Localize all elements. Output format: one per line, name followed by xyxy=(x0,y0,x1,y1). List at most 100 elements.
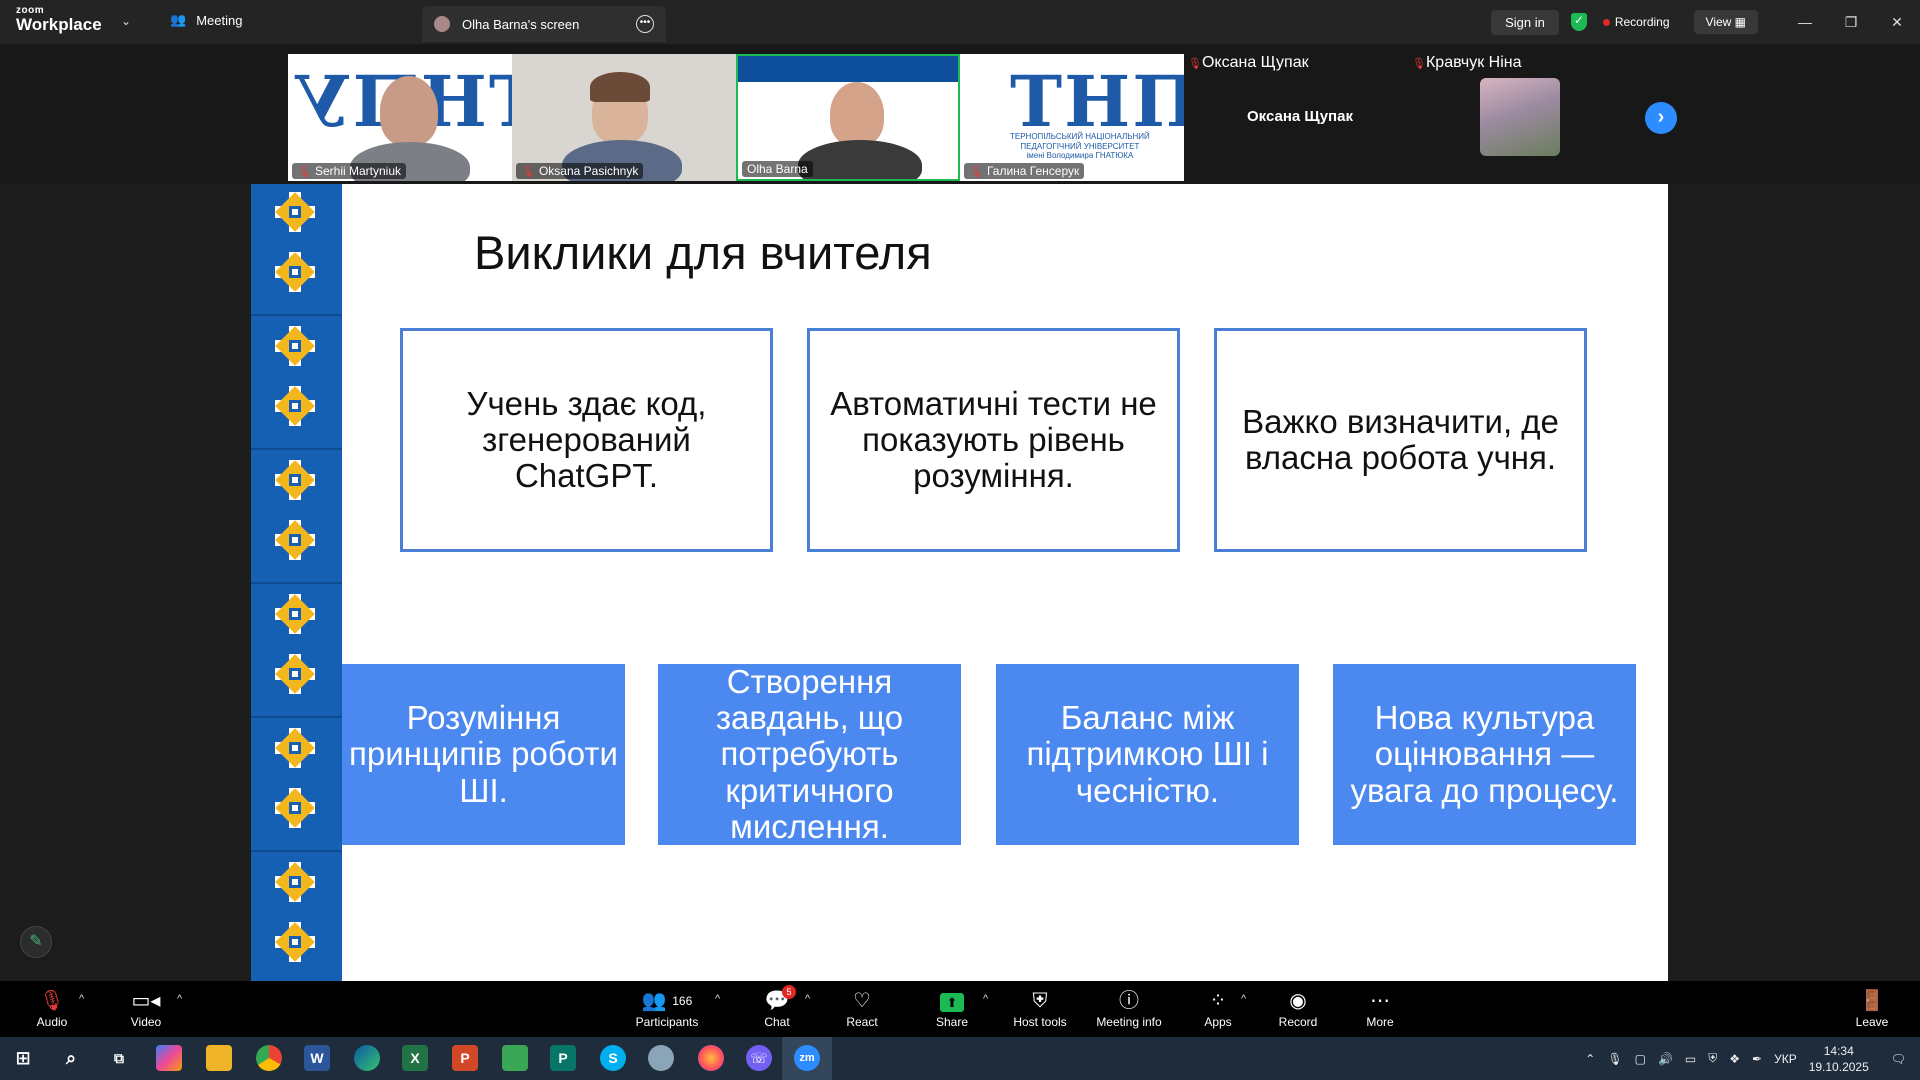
restore-icon[interactable]: ❐ xyxy=(1828,14,1874,31)
view-button[interactable]: View ▦ xyxy=(1693,10,1758,34)
security-shield-icon[interactable] xyxy=(1570,13,1587,31)
chevron-up-icon[interactable]: ^ xyxy=(79,993,84,1005)
record-dot-icon xyxy=(1602,18,1610,26)
mic-muted-icon: 🎙 xyxy=(969,165,983,178)
chat-button[interactable]: 💬 5 Chat xyxy=(760,985,796,1029)
participants-button[interactable]: 👥 166 Participants xyxy=(632,989,702,1029)
share-button[interactable]: ⬆ Share xyxy=(932,989,972,1029)
chevron-down-icon[interactable]: ⌄ xyxy=(121,14,131,28)
publisher-icon[interactable]: P xyxy=(550,1045,576,1071)
system-tray: ⌃ 🎙 ▢ 🔊 ▭ ⛨ ❖ ✒ УКР 14:34 19.10.2025 🗨 xyxy=(1585,1037,1920,1080)
meeting-info-button[interactable]: ⓘ Meeting info xyxy=(1093,989,1165,1029)
video-tile[interactable]: 🎙Кравчук Ніна xyxy=(1412,54,1636,181)
participant-body xyxy=(798,140,922,179)
mic-muted-icon: 🎙 xyxy=(1412,58,1426,70)
shared-screen-area: Виклики для вчителя Учень здає код, зген… xyxy=(0,184,1920,986)
video-tile[interactable]: 🎙 Oksana Pasichnyk xyxy=(512,54,736,181)
shared-screen-tab[interactable]: Olha Barna's screen ••• xyxy=(422,6,666,42)
ornament-motif-icon xyxy=(275,520,315,560)
video-button[interactable]: ▭◂ Video xyxy=(128,989,164,1029)
sign-in-button[interactable]: Sign in xyxy=(1491,9,1559,35)
participant-video xyxy=(380,76,438,146)
participant-name-tag: 🎙 Oksana Pasichnyk xyxy=(516,163,644,179)
meeting-menu-button[interactable]: 👥 Meeting xyxy=(170,12,242,28)
apps-icon: ⁘ xyxy=(1209,990,1227,1012)
ornament-motif-icon xyxy=(275,654,315,694)
volume-icon[interactable]: 🔊 xyxy=(1658,1052,1673,1066)
paint-icon[interactable] xyxy=(648,1045,674,1071)
leave-icon: 🚪 xyxy=(1859,990,1885,1012)
more-icon: ⋯ xyxy=(1370,990,1390,1012)
video-tile[interactable]: ТНПУ 🎙Serhii Martyniuk xyxy=(288,54,512,181)
chrome-icon[interactable] xyxy=(256,1045,282,1071)
network-icon[interactable]: ▭ xyxy=(1685,1052,1696,1066)
chevron-up-icon[interactable]: ^ xyxy=(1241,993,1246,1005)
video-tile[interactable]: Оксана Щупак 🎙Оксана Щупак xyxy=(1188,54,1412,181)
minimize-icon[interactable]: — xyxy=(1782,14,1828,31)
participant-name-tag: 🎙 Serhii Martyniuk xyxy=(292,163,406,179)
file-explorer-icon[interactable] xyxy=(206,1045,232,1071)
powerpoint-icon[interactable]: P xyxy=(452,1045,478,1071)
excel-icon[interactable]: X xyxy=(402,1045,428,1071)
host-tools-button[interactable]: ⛨ Host tools xyxy=(1010,989,1070,1029)
word-icon[interactable]: W xyxy=(304,1045,330,1071)
chevron-up-icon[interactable]: ^ xyxy=(177,993,182,1005)
chevron-up-icon[interactable]: ^ xyxy=(805,993,810,1005)
solution-card: Баланс між підтримкою ШІ і чесністю. xyxy=(996,664,1299,845)
skype-icon[interactable]: S xyxy=(600,1045,626,1071)
chevron-up-icon[interactable]: ^ xyxy=(983,993,988,1005)
close-icon[interactable]: ✕ xyxy=(1874,14,1920,31)
participants-icon: 👥 xyxy=(641,990,667,1012)
more-options-icon[interactable]: ••• xyxy=(636,15,654,33)
windows-start-icon[interactable]: ⊞ xyxy=(10,1045,36,1071)
leave-button[interactable]: 🚪 Leave xyxy=(1854,989,1890,1029)
viber-icon[interactable]: ☏ xyxy=(746,1045,772,1071)
security-icon[interactable]: ⛨ xyxy=(1708,1051,1717,1066)
task-view-icon[interactable]: ⧉ xyxy=(106,1045,132,1071)
apps-button[interactable]: ⁘ Apps xyxy=(1200,989,1236,1029)
audio-button[interactable]: 🎙 Audio xyxy=(34,989,70,1029)
mic-muted-icon: 🎙 xyxy=(297,165,311,178)
windows-taskbar: ⊞ ⌕ ⧉ W X P P S ☏ zm ⌃ 🎙 ▢ 🔊 ▭ ⛨ ❖ ✒ УКР… xyxy=(0,1037,1920,1080)
chat-badge: 5 xyxy=(782,985,796,999)
ornament-cell xyxy=(251,452,342,584)
avatar xyxy=(434,16,450,32)
people-icon: 👥 xyxy=(170,12,187,27)
camera-icon[interactable]: ▢ xyxy=(1635,1052,1646,1066)
video-tile[interactable]: ТНПУ ТЕРНОПІЛЬСЬКИЙ НАЦІОНАЛЬНИЙ ПЕДАГОГ… xyxy=(960,54,1184,181)
copilot-icon[interactable] xyxy=(156,1045,182,1071)
next-page-icon[interactable]: › xyxy=(1645,102,1677,134)
ornament-motif-icon xyxy=(275,192,315,232)
chevron-up-icon[interactable]: ^ xyxy=(715,993,720,1005)
meeting-controls: 🎙 Audio ^ ▭◂ Video ^ 👥 166 Participants … xyxy=(0,981,1920,1037)
react-button[interactable]: ♡ React xyxy=(842,989,882,1029)
language-indicator[interactable]: УКР xyxy=(1774,1052,1797,1066)
ornament-cell xyxy=(251,720,342,852)
recording-indicator[interactable]: Recording xyxy=(1602,15,1670,29)
chevron-up-icon[interactable]: ⌃ xyxy=(1585,1052,1595,1066)
ornament-motif-icon xyxy=(275,594,315,634)
pen-icon[interactable]: ✒ xyxy=(1752,1052,1762,1066)
search-icon[interactable]: ⌕ xyxy=(58,1045,84,1071)
participant-video xyxy=(830,82,884,146)
ornament-motif-icon xyxy=(275,862,315,902)
annotate-pen-icon[interactable]: ✎ xyxy=(20,926,52,958)
slide-title: Виклики для вчителя xyxy=(474,226,932,279)
solution-card: Створення завдань, що потребують критичн… xyxy=(658,663,961,845)
university-banner xyxy=(738,56,958,82)
clock[interactable]: 14:34 19.10.2025 xyxy=(1809,1043,1869,1075)
ornament-cell xyxy=(251,318,342,450)
record-icon: ◉ xyxy=(1289,990,1307,1012)
notifications-icon[interactable]: 🗨 xyxy=(1891,1052,1906,1066)
edge-icon[interactable] xyxy=(354,1045,380,1071)
active-speaker-tile[interactable]: Olha Barna xyxy=(736,54,960,181)
firefox-icon[interactable] xyxy=(698,1045,724,1071)
ornament-motif-icon xyxy=(275,460,315,500)
ornament-motif-icon xyxy=(275,386,315,426)
zoom-app-icon[interactable]: zm xyxy=(794,1045,820,1071)
more-button[interactable]: ⋯ More xyxy=(1360,989,1400,1029)
app-icon[interactable] xyxy=(502,1045,528,1071)
microphone-icon[interactable]: 🎙 xyxy=(1607,1052,1622,1066)
dropbox-icon[interactable]: ❖ xyxy=(1729,1052,1740,1066)
record-button[interactable]: ◉ Record xyxy=(1276,989,1320,1029)
